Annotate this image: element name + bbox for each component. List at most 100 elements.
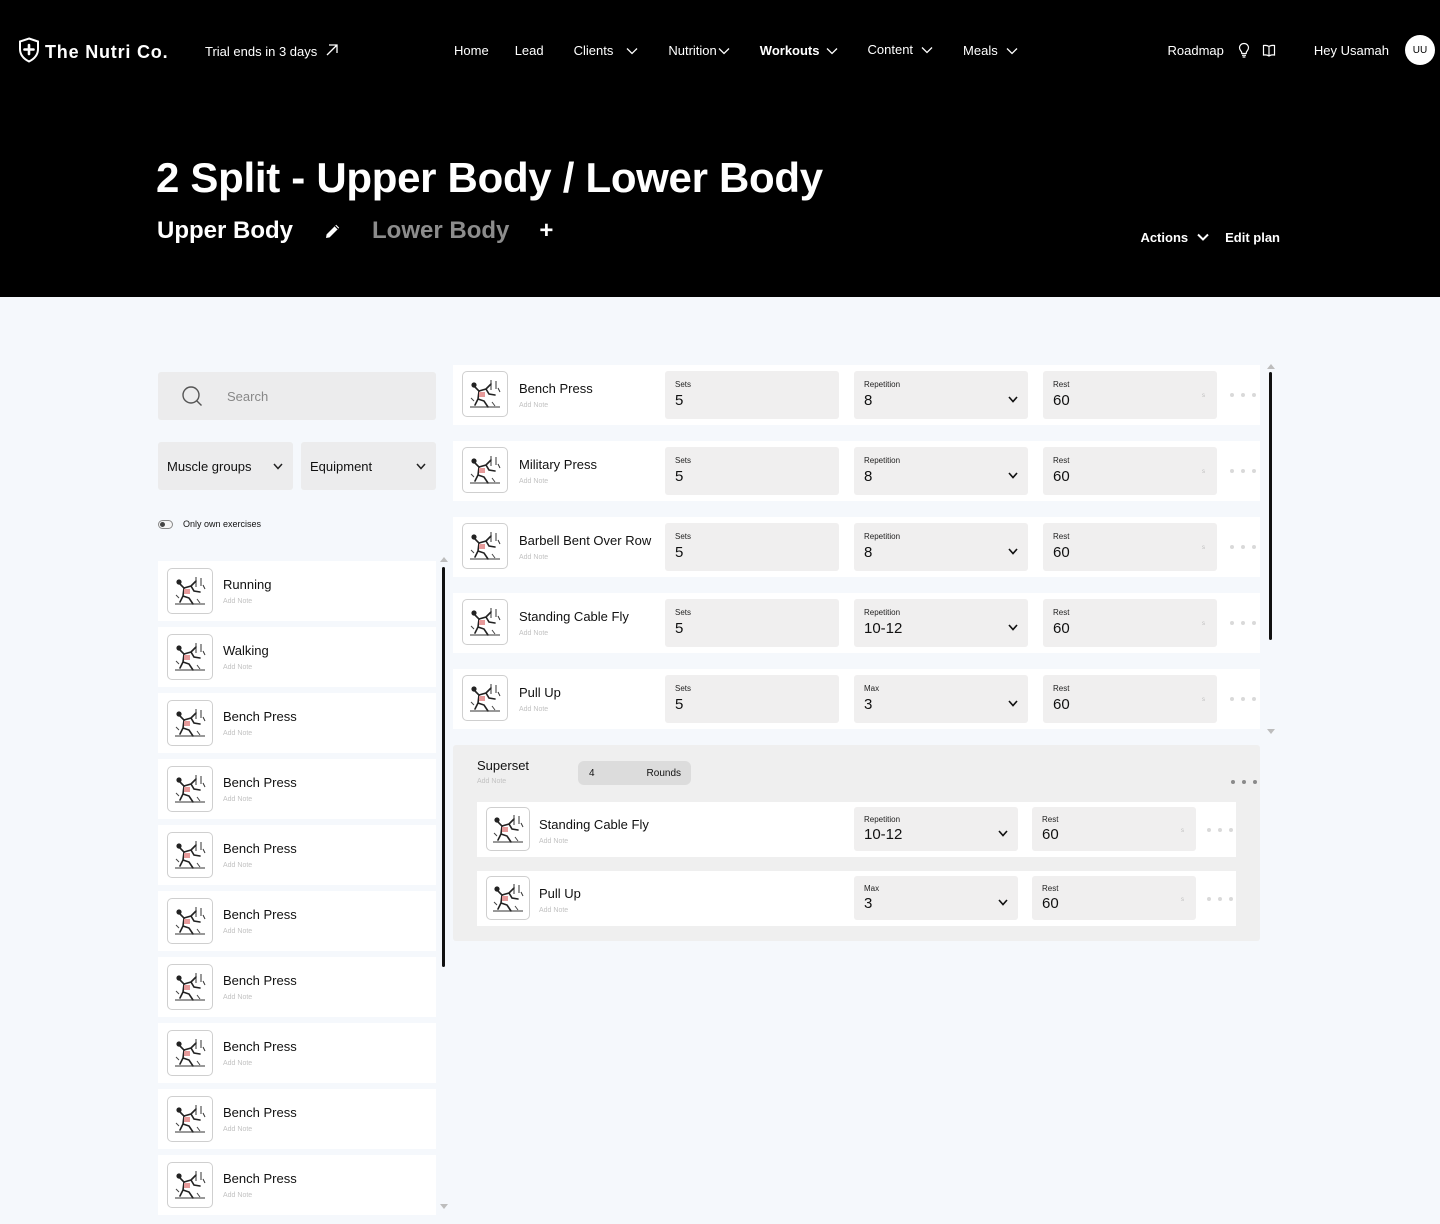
library-exercise-card[interactable]: Bench Press Add Note [158, 891, 436, 951]
scroll-up-arrow[interactable] [440, 557, 448, 562]
nav-nutrition[interactable]: Nutrition [668, 43, 730, 58]
exercise-note[interactable]: Add Note [223, 796, 297, 803]
search-input[interactable] [227, 388, 407, 404]
exercise-note[interactable]: Add Note [223, 1192, 297, 1199]
exercise-note[interactable]: Add Note [519, 402, 593, 409]
exercise-note[interactable]: Add Note [223, 730, 297, 737]
exercise-note[interactable]: Add Note [223, 598, 271, 605]
repetition-select[interactable]: Max 3 [854, 876, 1018, 920]
scroll-thumb[interactable] [442, 567, 445, 967]
exercise-note[interactable]: Add Note [519, 630, 629, 637]
library-exercise-card[interactable]: Bench Press Add Note [158, 693, 436, 753]
exercise-info: Standing Cable Fly Add Note [519, 609, 629, 637]
superset-note[interactable]: Add Note [477, 778, 506, 785]
repetition-select[interactable]: Repetition 8 [854, 523, 1028, 571]
sets-input[interactable]: Sets 5 [665, 371, 839, 419]
rest-input[interactable]: Rest 60 s [1032, 876, 1196, 920]
sets-input[interactable]: Sets 5 [665, 447, 839, 495]
equipment-filter[interactable]: Equipment [301, 442, 436, 490]
add-day-button[interactable]: + [539, 217, 553, 245]
tab-lower-body[interactable]: Lower Body [372, 217, 509, 245]
chevron-down-icon [998, 893, 1008, 911]
exercise-note[interactable]: Add Note [223, 994, 297, 1001]
sets-input[interactable]: Sets 5 [665, 675, 839, 723]
exercise-more-button[interactable] [1230, 542, 1256, 552]
library-exercise-card[interactable]: Running Add Note [158, 561, 436, 621]
exercise-note[interactable]: Add Note [519, 478, 597, 485]
superset-exercise-row[interactable]: Standing Cable Fly Add Note Repetition 10-1… [477, 802, 1236, 857]
book-icon[interactable] [1262, 44, 1276, 57]
edit-plan-button[interactable]: Edit plan [1225, 230, 1280, 245]
workout-scrollbar[interactable] [1267, 364, 1275, 734]
nav-meals[interactable]: Meals [963, 43, 1018, 58]
superset-more-button[interactable] [1231, 777, 1257, 787]
repetition-select[interactable]: Repetition 8 [854, 371, 1028, 419]
rest-input[interactable]: Rest 60 s [1043, 447, 1217, 495]
nav-content[interactable]: Content [868, 41, 934, 58]
exercise-note[interactable]: Add Note [223, 862, 297, 869]
workout-exercise-row[interactable]: Pull Up Add Note Sets 5 Max 3 Rest 60 s [453, 669, 1260, 729]
workout-exercise-row[interactable]: Military Press Add Note Sets 5 Repetition 8 Re… [453, 441, 1260, 501]
workout-exercise-row[interactable]: Barbell Bent Over Row Add Note Sets 5 Repeti… [453, 517, 1260, 577]
lightbulb-icon[interactable] [1238, 42, 1250, 58]
muscle-groups-filter[interactable]: Muscle groups [158, 442, 293, 490]
library-exercise-card[interactable]: Bench Press Add Note [158, 1089, 436, 1149]
scroll-down-arrow[interactable] [440, 1204, 448, 1209]
nav-home[interactable]: Home [454, 43, 489, 58]
chevron-down-icon [1008, 466, 1018, 484]
scroll-up-arrow[interactable] [1267, 364, 1275, 369]
exercise-more-button[interactable] [1207, 825, 1233, 835]
rounds-input[interactable]: 4 Rounds [578, 761, 691, 785]
exercise-note[interactable]: Add Note [519, 706, 561, 713]
workout-exercise-row[interactable]: Bench Press Add Note Sets 5 Repetition 8 Rest 6… [453, 365, 1260, 425]
library-exercise-card[interactable]: Bench Press Add Note [158, 957, 436, 1017]
rest-input[interactable]: Rest 60 s [1043, 675, 1217, 723]
exercise-note[interactable]: Add Note [223, 664, 269, 671]
nav-lead[interactable]: Lead [515, 43, 544, 58]
nav-clients[interactable]: Clients [574, 43, 639, 58]
rest-input[interactable]: Rest 60 s [1043, 599, 1217, 647]
trial-link[interactable]: Trial ends in 3 days [205, 43, 339, 60]
tab-upper-body[interactable]: Upper Body [157, 217, 293, 245]
exercise-more-button[interactable] [1207, 894, 1233, 904]
library-exercise-card[interactable]: Walking Add Note [158, 627, 436, 687]
scroll-thumb[interactable] [1269, 372, 1272, 640]
exercise-note[interactable]: Add Note [519, 554, 651, 561]
exercise-info: Bench Press Add Note [223, 1105, 297, 1133]
actions-dropdown[interactable]: Actions [1140, 230, 1209, 245]
repetition-select[interactable]: Repetition 10-12 [854, 599, 1028, 647]
nav-nutrition-label: Nutrition [668, 43, 717, 58]
rest-input[interactable]: Rest 60 s [1043, 523, 1217, 571]
library-scrollbar[interactable] [440, 557, 448, 1209]
roadmap-link[interactable]: Roadmap [1167, 43, 1223, 58]
rest-input[interactable]: Rest 60 s [1043, 371, 1217, 419]
repetition-select[interactable]: Repetition 10-12 [854, 807, 1018, 851]
sets-input[interactable]: Sets 5 [665, 523, 839, 571]
library-exercise-card[interactable]: Bench Press Add Note [158, 825, 436, 885]
own-exercises-toggle[interactable] [158, 519, 173, 529]
exercise-note[interactable]: Add Note [223, 1126, 297, 1133]
exercise-note[interactable]: Add Note [223, 928, 297, 935]
exercise-more-button[interactable] [1230, 390, 1256, 400]
exercise-name: Bench Press [223, 1171, 297, 1186]
exercise-note[interactable]: Add Note [539, 907, 581, 914]
nav-workouts[interactable]: Workouts [760, 43, 838, 58]
repetition-select[interactable]: Max 3 [854, 675, 1028, 723]
exercise-more-button[interactable] [1230, 466, 1256, 476]
library-exercise-card[interactable]: Bench Press Add Note [158, 1155, 436, 1215]
workout-exercise-row[interactable]: Standing Cable Fly Add Note Sets 5 Repetitio… [453, 593, 1260, 653]
brand-logo[interactable]: The Nutri Co. [18, 37, 168, 68]
sets-input[interactable]: Sets 5 [665, 599, 839, 647]
library-exercise-card[interactable]: Bench Press Add Note [158, 759, 436, 819]
avatar[interactable]: UU [1405, 35, 1435, 65]
scroll-down-arrow[interactable] [1267, 729, 1275, 734]
exercise-more-button[interactable] [1230, 694, 1256, 704]
exercise-more-button[interactable] [1230, 618, 1256, 628]
superset-exercise-row[interactable]: Pull Up Add Note Max 3 Rest 60 s [477, 871, 1236, 926]
rest-input[interactable]: Rest 60 s [1032, 807, 1196, 851]
exercise-note[interactable]: Add Note [539, 838, 649, 845]
exercise-note[interactable]: Add Note [223, 1060, 297, 1067]
repetition-select[interactable]: Repetition 8 [854, 447, 1028, 495]
pencil-icon[interactable] [324, 222, 342, 240]
library-exercise-card[interactable]: Bench Press Add Note [158, 1023, 436, 1083]
